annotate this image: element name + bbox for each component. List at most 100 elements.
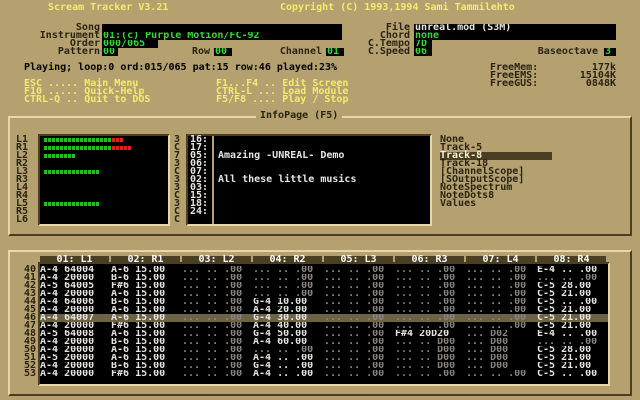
pattern-cell[interactable]: ... .. D00 [395,362,466,370]
pattern-cell[interactable]: ... .. .00 [466,322,537,330]
pattern-cell[interactable]: C-5 21.00 [537,306,608,314]
pattern-cell[interactable]: ... .. .00 [395,282,466,290]
pattern-cell[interactable]: A-5 64005 [40,282,111,290]
pattern-cell[interactable]: A-4 60.00 [253,338,324,346]
pattern-cell[interactable]: A-4 .. .00 [253,354,324,362]
pattern-cell[interactable]: B-6 15.00 [111,338,182,346]
pattern-cell[interactable]: C-5 21.00 [537,322,608,330]
pattern-cell[interactable]: ... .. .00 [395,290,466,298]
info-view-list[interactable]: None Track-5 Track-8 Track-18 [ChannelScope]… [440,135,552,209]
row-field[interactable]: 00 [214,48,232,56]
pattern-cell[interactable]: E-4 .. .00 [537,266,608,274]
pattern-cell[interactable]: A-6 15.00 [111,314,182,322]
pattern-cell[interactable]: ... .. .00 [466,306,537,314]
pattern-cell[interactable]: A-6 15.00 [111,266,182,274]
pattern-cell[interactable]: A-6 15.00 [111,306,182,314]
pattern-cell[interactable]: ... .. .00 [395,322,466,330]
pattern-cell[interactable]: F#6 15.00 [111,282,182,290]
pattern-cell[interactable]: A-4 20000 [40,274,111,282]
pattern-cell[interactable]: ... D00 [466,354,537,362]
pattern-cell[interactable]: ... .. .00 [395,298,466,306]
pattern-cell[interactable]: A-5 20000 [40,354,111,362]
pattern-cell[interactable]: F#6 15.00 [111,370,182,378]
pattern-cell[interactable]: ... .. .00 [466,298,537,306]
pattern-cell[interactable]: ... .. .00 [182,298,253,306]
pattern-cell[interactable]: A-4 40.00 [253,322,324,330]
pattern-cell[interactable]: C-5 21.00 [537,290,608,298]
pattern-cell[interactable]: C-5 .. .00 [537,298,608,306]
pattern-cell[interactable]: ... .. .00 [324,290,395,298]
pattern-cell[interactable]: A-4 20000 [40,306,111,314]
pattern-cell[interactable]: ... .. .00 [324,298,395,306]
pattern-cell[interactable]: ... .. .00 [253,266,324,274]
pattern-cell[interactable]: A-4 20000 [40,346,111,354]
pattern-cell[interactable]: A-4 20000 [40,370,111,378]
pattern-cell[interactable]: ... D02 [466,330,537,338]
chord-field[interactable]: none [414,32,616,40]
pattern-cell[interactable]: ... .. .00 [253,282,324,290]
file-field[interactable]: unreal.mod (S3M) [414,24,616,32]
pattern-cell[interactable]: A-4 20000 [40,290,111,298]
pattern-cell[interactable]: ... .. .00 [182,330,253,338]
pattern-cell[interactable]: ... .. .00 [253,274,324,282]
pattern-cell[interactable]: ... .. .00 [395,370,466,378]
pattern-cell[interactable]: ... .. D00 [395,354,466,362]
pattern-cell[interactable]: ... .. .00 [537,338,608,346]
pattern-cell[interactable]: A-4 .. .00 [253,370,324,378]
pattern-cell[interactable]: ... .. .00 [253,290,324,298]
pattern-cell[interactable]: ... .. .00 [324,370,395,378]
pattern-cell[interactable]: A-6 15.00 [111,330,182,338]
pattern-cell[interactable]: ... .. .00 [324,362,395,370]
pattern-cell[interactable]: C-5 28.00 [537,346,608,354]
pattern-cell[interactable]: ... .. .00 [466,290,537,298]
pattern-cell[interactable]: A-4 20000 [40,362,111,370]
pattern-cell[interactable]: A-4 64004 [40,266,111,274]
pattern-cell[interactable]: C-5 .. .00 [537,370,608,378]
pattern-cell[interactable]: ... .. .00 [182,362,253,370]
cspeed-field[interactable]: 06 [414,48,432,56]
pattern-cell[interactable]: ... .. .00 [324,338,395,346]
instrument-field[interactable]: 01:(c) Purple Motion/FC-92 [102,32,342,40]
pattern-cell[interactable]: B-6 15.00 [111,298,182,306]
pattern-cell[interactable]: ... .. .00 [395,266,466,274]
pattern-cell[interactable]: ... .. D00 [395,338,466,346]
pattern-cell[interactable]: ... .. .00 [324,346,395,354]
pattern-cell[interactable]: C-5 21.00 [537,354,608,362]
pattern-cell[interactable]: ... .. .00 [466,282,537,290]
pattern-cell[interactable]: ... .. .00 [537,274,608,282]
pattern-cell[interactable]: ... .. .00 [182,314,253,322]
baseoctave-field[interactable]: 3 [604,48,616,56]
pattern-cell[interactable]: ... .. .00 [182,370,253,378]
pattern-cell[interactable]: ... .. .00 [182,274,253,282]
pattern-cell[interactable]: ... .. .00 [253,346,324,354]
pattern-cell[interactable]: A-6 15.00 [111,354,182,362]
pattern-cell[interactable]: ... .. .00 [324,322,395,330]
pattern-cell[interactable]: ... D00 [466,346,537,354]
pattern-cell[interactable]: F#4 20D20 [395,330,466,338]
song-field[interactable] [102,24,342,32]
pattern-cell[interactable]: A-6 15.00 [111,290,182,298]
info-view-item[interactable]: Values [440,199,552,209]
order-field[interactable]: 000/065 [102,40,158,48]
pattern-cell[interactable]: ... .. .00 [324,354,395,362]
pattern-cell[interactable]: ... .. .00 [182,290,253,298]
ctempo-field[interactable]: 7D [414,40,432,48]
pattern-cell[interactable]: B-6 15.00 [111,274,182,282]
help-play-stop[interactable]: F5/F8 .... Play / Stop [216,95,348,105]
pattern-cell[interactable]: C-5 28.00 [537,282,608,290]
pattern-cell[interactable]: ... .. .00 [466,314,537,322]
pattern-cell[interactable]: ... .. .00 [395,306,466,314]
pattern-cell[interactable]: ... .. .00 [324,266,395,274]
pattern-cell[interactable]: B-6 15.00 [111,362,182,370]
pattern-grid[interactable]: A-4 64004 A-6 15.00... .. .00... .. .00..… [38,262,610,386]
pattern-cell[interactable]: G-4 50.00 [253,330,324,338]
pattern-cell[interactable]: ... .. .00 [466,370,537,378]
pattern-cell[interactable]: ... .. .00 [324,282,395,290]
pattern-cell[interactable]: ... .. .00 [182,282,253,290]
pattern-cell[interactable]: ... .. .00 [182,338,253,346]
pattern-cell[interactable]: ... .. .00 [182,354,253,362]
pattern-cell[interactable]: ... D00 [466,362,537,370]
pattern-cell[interactable]: G-4 .. .00 [253,362,324,370]
pattern-cell[interactable]: G-4 10.00 [253,298,324,306]
pattern-cell[interactable]: E-4 .. .00 [537,330,608,338]
